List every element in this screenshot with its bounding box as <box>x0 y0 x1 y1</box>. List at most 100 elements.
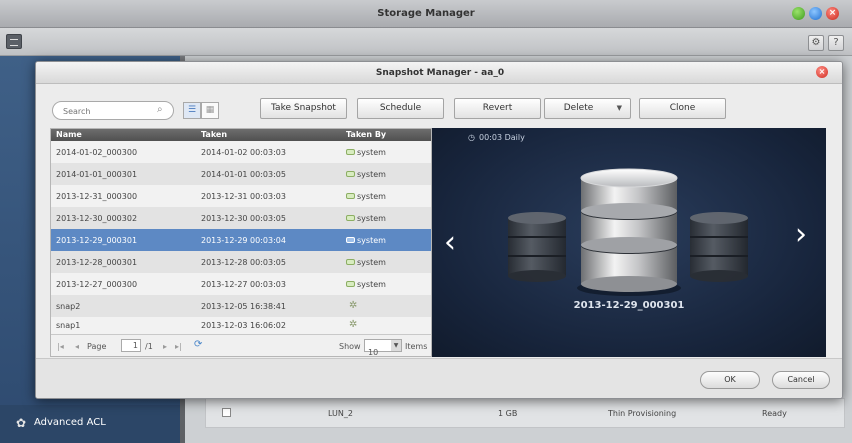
snapshot-taken: 2013-12-29 00:03:04 <box>201 236 286 245</box>
schedule-button[interactable]: Schedule <box>357 98 444 119</box>
gear-icon[interactable]: ⚙ <box>808 35 824 51</box>
taken-by-label: system <box>357 148 386 157</box>
next-page-icon[interactable]: ▸ <box>163 342 167 351</box>
close-icon[interactable]: × <box>826 7 839 20</box>
snapshot-taken: 2013-12-03 16:06:02 <box>201 321 286 330</box>
column-header-taken-by[interactable]: Taken By <box>346 130 386 139</box>
clone-button[interactable]: Clone <box>639 98 726 119</box>
table-row[interactable]: LUN_2 1 GB Thin Provisioning Ready <box>205 398 845 428</box>
left-database-icon <box>508 212 566 282</box>
snapshot-name: 2013-12-27_000300 <box>56 280 138 289</box>
system-icon <box>346 259 355 265</box>
table-row[interactable]: 2013-12-27_000300 2013-12-27 00:03:03 sy… <box>51 273 431 295</box>
snapshot-name: 2014-01-01_000301 <box>56 170 138 179</box>
gear-icon: ✿ <box>16 416 27 430</box>
app-title: Storage Manager <box>377 8 475 19</box>
system-icon <box>346 281 355 287</box>
snapshot-taken-by: system <box>346 280 386 289</box>
dialog-title: Snapshot Manager - aa_0 <box>375 68 505 78</box>
search-icon[interactable]: ⌕ <box>157 104 163 115</box>
column-header-taken[interactable]: Taken <box>201 130 227 139</box>
close-icon[interactable]: × <box>816 66 828 78</box>
search-box: ⌕ <box>52 101 174 120</box>
taken-by-label: system <box>357 258 386 267</box>
taken-by-label: system <box>357 236 386 245</box>
dialog-footer: OK Cancel <box>36 358 842 398</box>
snapshot-taken: 2013-12-28 00:03:05 <box>201 258 286 267</box>
grid-view-icon[interactable]: ▦ <box>201 102 219 119</box>
list-view-icon[interactable]: ☰ <box>183 102 201 119</box>
right-database-icon <box>690 212 748 282</box>
snapshot-taken: 2014-01-02 00:03:03 <box>201 148 286 157</box>
lun-type: Thin Provisioning <box>608 409 677 418</box>
page-total: /1 <box>145 342 153 351</box>
taken-by-label: system <box>357 192 386 201</box>
delete-label: Delete <box>563 103 594 113</box>
snapshot-taken: 2013-12-05 16:38:41 <box>201 302 286 311</box>
snapshot-table: Name Taken Taken By 2014-01-02_000300 20… <box>50 128 432 357</box>
sidebar-item-advanced-acl[interactable]: ✿ Advanced ACL <box>0 405 180 443</box>
snapshot-name: 2013-12-30_000302 <box>56 214 138 223</box>
items-per-page-select[interactable]: 10 ▼ <box>364 339 402 357</box>
dialog-titlebar: Snapshot Manager - aa_0 × <box>36 62 842 84</box>
snapshot-taken: 2013-12-31 00:03:03 <box>201 192 286 201</box>
table-row-selected[interactable]: 2013-12-29_000301 2013-12-29 00:03:04 sy… <box>51 229 431 251</box>
snapshot-taken-by: system <box>346 214 386 223</box>
prev-page-icon[interactable]: ◂ <box>75 342 79 351</box>
sidebar-item-label: Advanced ACL <box>34 417 106 428</box>
manual-snapshot-icon: ✲ <box>349 300 358 311</box>
snapshot-taken: 2014-01-01 00:03:05 <box>201 170 286 179</box>
selected-snapshot-label: 2013-12-29_000301 <box>573 300 685 311</box>
snapshot-name: 2014-01-02_000300 <box>56 148 138 157</box>
snapshot-name: 2013-12-29_000301 <box>56 236 138 245</box>
lun-name: LUN_2 <box>328 409 353 418</box>
center-database-icon <box>577 168 681 296</box>
first-page-icon[interactable]: |◂ <box>57 342 64 351</box>
taken-by-label: system <box>357 170 386 179</box>
chevron-down-icon[interactable]: ▼ <box>617 99 622 118</box>
table-header: Name Taken Taken By <box>51 129 431 141</box>
help-icon[interactable]: ? <box>828 35 844 51</box>
cancel-button[interactable]: Cancel <box>772 371 830 389</box>
snapshot-taken: 2013-12-30 00:03:05 <box>201 214 286 223</box>
table-row[interactable]: 2013-12-30_000302 2013-12-30 00:03:05 sy… <box>51 207 431 229</box>
snapshot-taken-by: system <box>346 258 386 267</box>
snapshot-taken-by: system <box>346 192 386 201</box>
snapshot-manager-dialog: Snapshot Manager - aa_0 × ⌕ ☰ ▦ Take Sna… <box>35 61 843 399</box>
table-row[interactable]: snap2 2013-12-05 16:38:41 ✲ <box>51 295 431 317</box>
snapshot-name: 2013-12-31_000300 <box>56 192 138 201</box>
snapshot-name: snap2 <box>56 302 81 311</box>
system-icon <box>346 215 355 221</box>
table-row[interactable]: snap1 2013-12-03 16:06:02 ✲ <box>51 317 431 334</box>
manual-snapshot-icon: ✲ <box>349 319 358 330</box>
items-label: Items <box>405 342 428 351</box>
minimize-icon[interactable] <box>792 7 805 20</box>
column-header-name[interactable]: Name <box>56 130 82 139</box>
take-snapshot-button[interactable]: Take Snapshot <box>260 98 347 119</box>
ok-button[interactable]: OK <box>700 371 760 389</box>
taken-by-label: system <box>357 280 386 289</box>
snapshot-taken-by: system <box>346 170 386 179</box>
table-row[interactable]: 2014-01-02_000300 2014-01-02 00:03:03 sy… <box>51 141 431 163</box>
last-page-icon[interactable]: ▸| <box>175 342 182 351</box>
snapshot-taken: 2013-12-27 00:03:03 <box>201 280 286 289</box>
page-number-input[interactable]: 1 <box>121 339 141 352</box>
row-checkbox[interactable] <box>222 408 231 417</box>
system-icon <box>346 149 355 155</box>
show-label: Show <box>339 342 361 351</box>
chevron-down-icon: ▼ <box>391 340 401 351</box>
search-input[interactable] <box>63 105 153 117</box>
maximize-icon[interactable] <box>809 7 822 20</box>
items-per-page-value: 10 <box>368 348 379 357</box>
snapshot-name: 2013-12-28_000301 <box>56 258 138 267</box>
menu-icon[interactable] <box>6 34 22 49</box>
lun-status: Ready <box>762 409 787 418</box>
app-titlebar: Storage Manager × <box>0 0 852 28</box>
revert-button[interactable]: Revert <box>454 98 541 119</box>
delete-button[interactable]: Delete ▼ <box>544 98 631 119</box>
table-row[interactable]: 2013-12-28_000301 2013-12-28 00:03:05 sy… <box>51 251 431 273</box>
system-icon <box>346 171 355 177</box>
refresh-icon[interactable]: ⟳ <box>194 339 202 350</box>
table-row[interactable]: 2014-01-01_000301 2014-01-01 00:03:05 sy… <box>51 163 431 185</box>
table-row[interactable]: 2013-12-31_000300 2013-12-31 00:03:03 sy… <box>51 185 431 207</box>
